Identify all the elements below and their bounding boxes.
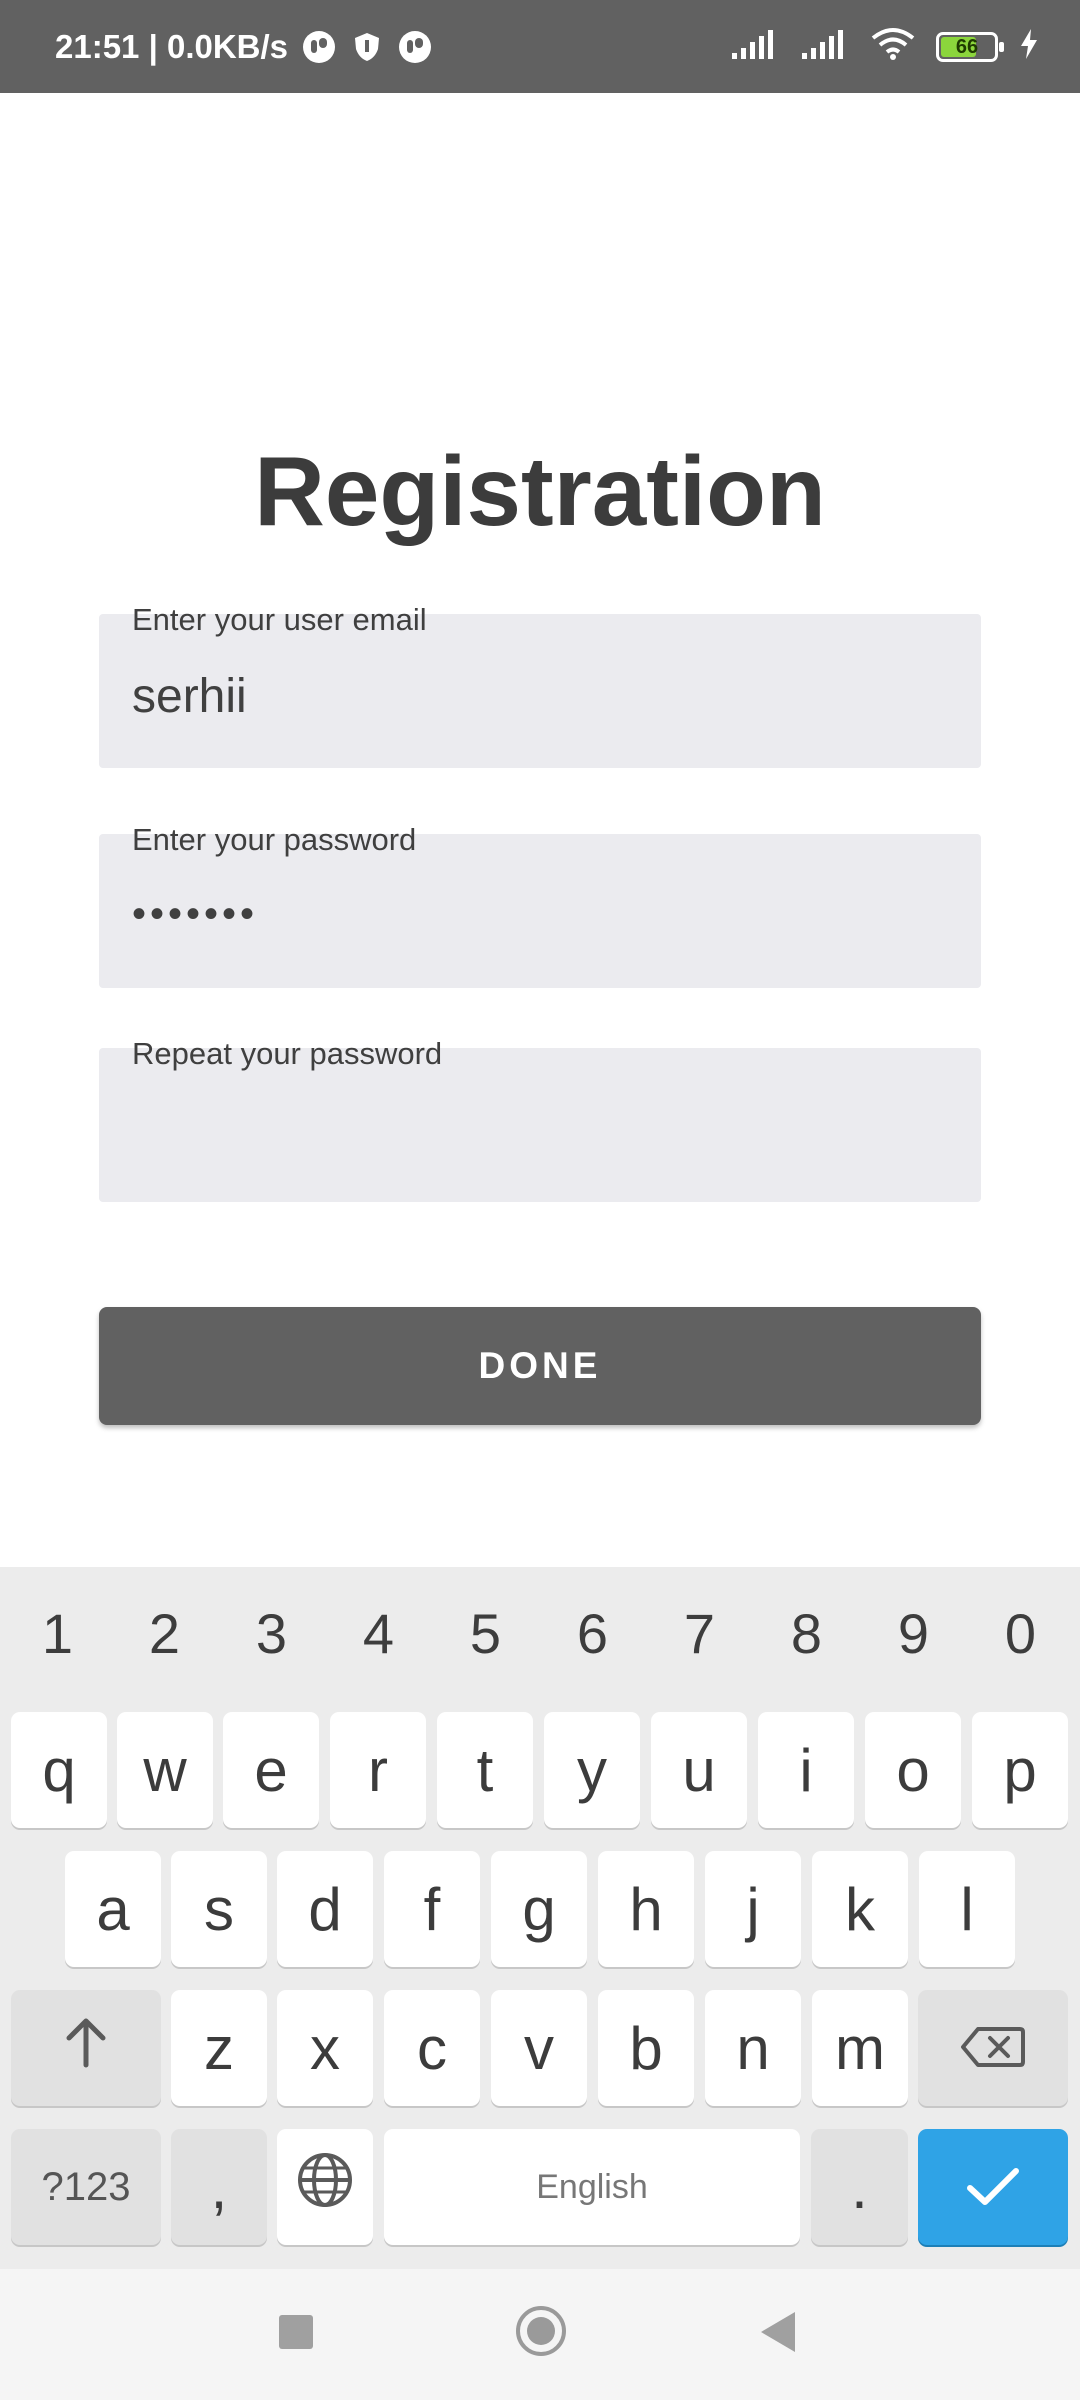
wifi-icon (870, 27, 916, 66)
key-a[interactable]: a (65, 1851, 161, 1967)
email-field[interactable]: Enter your user email serhii (99, 602, 981, 768)
keyboard: 1 2 3 4 5 6 7 8 9 0 q w e r t y u i o p … (0, 1567, 1080, 2269)
repeat-password-field[interactable]: Repeat your password (99, 1036, 981, 1202)
page-title: Registration (254, 436, 826, 546)
key-e[interactable]: e (223, 1712, 319, 1828)
key-j[interactable]: j (705, 1851, 801, 1967)
shift-icon (61, 2014, 111, 2083)
key-3[interactable]: 3 (218, 1567, 325, 1700)
key-7[interactable]: 7 (646, 1567, 753, 1700)
recents-icon[interactable] (279, 2315, 313, 2349)
key-y[interactable]: y (544, 1712, 640, 1828)
language-key[interactable] (277, 2129, 373, 2245)
backspace-icon (960, 2014, 1026, 2083)
password-field-value[interactable]: ••••••• (132, 892, 258, 937)
key-p[interactable]: p (972, 1712, 1068, 1828)
key-k[interactable]: k (812, 1851, 908, 1967)
key-g[interactable]: g (491, 1851, 587, 1967)
battery-icon: 66 (936, 31, 1004, 62)
key-m[interactable]: m (812, 1990, 908, 2106)
back-icon[interactable] (761, 2312, 795, 2352)
key-z[interactable]: z (171, 1990, 267, 2106)
shield-icon (350, 30, 384, 64)
signal-icon (800, 27, 850, 66)
key-5[interactable]: 5 (432, 1567, 539, 1700)
password-field-label: Enter your password (132, 822, 417, 857)
battery-level: 66 (955, 35, 979, 58)
key-v[interactable]: v (491, 1990, 587, 2106)
messenger-icon (302, 30, 336, 64)
key-c[interactable]: c (384, 1990, 480, 2106)
shift-key[interactable] (11, 1990, 161, 2106)
status-time-speed: 21:51 | 0.0KB/s (55, 27, 289, 65)
key-u[interactable]: u (651, 1712, 747, 1828)
key-0[interactable]: 0 (967, 1567, 1074, 1700)
key-t[interactable]: t (437, 1712, 533, 1828)
keyboard-number-row: 1 2 3 4 5 6 7 8 9 0 (0, 1567, 1080, 1700)
period-key[interactable]: . (811, 2129, 908, 2245)
email-field-label: Enter your user email (132, 602, 427, 637)
key-s[interactable]: s (171, 1851, 267, 1967)
key-h[interactable]: h (598, 1851, 694, 1967)
key-l[interactable]: l (919, 1851, 1015, 1967)
status-right: 66 (730, 0, 1040, 93)
key-n[interactable]: n (705, 1990, 801, 2106)
comma-key[interactable]: , (171, 2129, 267, 2245)
key-1[interactable]: 1 (4, 1567, 111, 1700)
done-button[interactable]: DONE (99, 1307, 981, 1425)
key-6[interactable]: 6 (539, 1567, 646, 1700)
charging-icon (1018, 27, 1040, 66)
key-4[interactable]: 4 (325, 1567, 432, 1700)
backspace-key[interactable] (918, 1990, 1068, 2106)
key-i[interactable]: i (758, 1712, 854, 1828)
checkmark-icon (966, 2153, 1020, 2222)
key-o[interactable]: o (865, 1712, 961, 1828)
signal-icon (730, 27, 780, 66)
key-2[interactable]: 2 (111, 1567, 218, 1700)
messenger-icon (398, 30, 432, 64)
key-d[interactable]: d (277, 1851, 373, 1967)
status-left: 21:51 | 0.0KB/s (55, 0, 432, 93)
space-key[interactable]: English (384, 2129, 800, 2245)
password-field[interactable]: Enter your password ••••••• (99, 822, 981, 988)
key-r[interactable]: r (330, 1712, 426, 1828)
home-icon[interactable] (516, 2306, 566, 2356)
navigation-bar (0, 2269, 1080, 2400)
key-9[interactable]: 9 (860, 1567, 967, 1700)
email-field-value[interactable]: serhii (132, 669, 247, 724)
key-w[interactable]: w (117, 1712, 213, 1828)
key-f[interactable]: f (384, 1851, 480, 1967)
enter-key[interactable] (918, 2129, 1068, 2245)
symbols-key[interactable]: ?123 (11, 2129, 161, 2245)
key-b[interactable]: b (598, 1990, 694, 2106)
status-bar: 21:51 | 0.0KB/s 66 (0, 0, 1080, 93)
key-q[interactable]: q (11, 1712, 107, 1828)
key-8[interactable]: 8 (753, 1567, 860, 1700)
key-x[interactable]: x (277, 1990, 373, 2106)
globe-icon (296, 2151, 354, 2223)
repeat-password-field-label: Repeat your password (132, 1036, 443, 1071)
